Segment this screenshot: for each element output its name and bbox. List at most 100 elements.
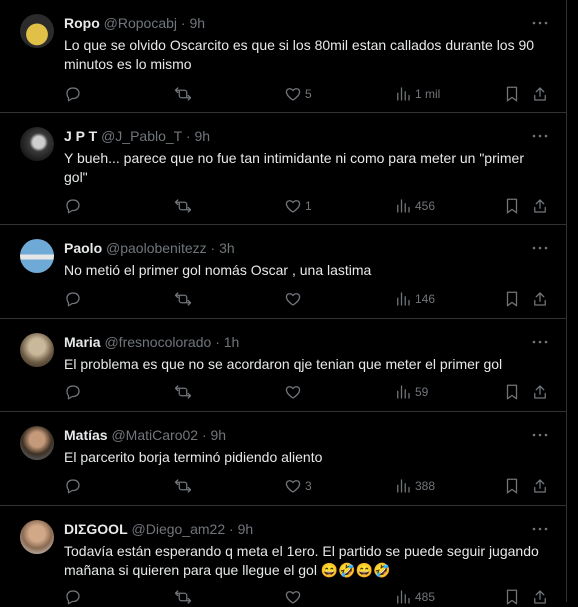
reply-button[interactable]: [64, 587, 85, 607]
tweet-actions: 146: [0, 289, 566, 309]
tweet-actions: 1 456: [0, 196, 566, 216]
share-button[interactable]: [531, 382, 549, 402]
tweet[interactable]: Paolo @paolobenitezz · 3h No metió el pr…: [0, 225, 566, 319]
share-button[interactable]: [531, 587, 549, 607]
retweet-icon: [174, 479, 192, 493]
more-icon[interactable]: [530, 127, 550, 145]
timestamp[interactable]: 1h: [224, 334, 240, 350]
share-button[interactable]: [531, 289, 549, 309]
views-icon: [397, 292, 410, 306]
author-name[interactable]: DIΣGOOL: [64, 521, 128, 537]
author-name[interactable]: J P T: [64, 128, 97, 144]
author-handle[interactable]: @MatiCaro02: [111, 427, 198, 443]
like-button[interactable]: 1: [284, 196, 312, 216]
reply-icon: [66, 199, 80, 214]
reply-button[interactable]: [64, 84, 85, 104]
bookmark-button[interactable]: [503, 196, 521, 216]
author-handle[interactable]: @Diego_am22: [132, 521, 226, 537]
bookmark-icon: [506, 478, 518, 494]
bookmark-icon: [506, 589, 518, 605]
author-handle[interactable]: @fresnocolorado: [104, 334, 211, 350]
author-name[interactable]: Matías: [64, 427, 108, 443]
reply-button[interactable]: [64, 289, 85, 309]
author-handle[interactable]: @J_Pablo_T: [101, 128, 182, 144]
tweet-header: Ropo @Ropocabj · 9h: [64, 15, 205, 32]
more-icon[interactable]: [530, 14, 550, 32]
reply-button[interactable]: [64, 476, 85, 496]
tweet-text: Lo que se olvido Oscarcito es que si los…: [64, 37, 535, 72]
more-icon[interactable]: [530, 426, 550, 444]
bookmark-button[interactable]: [503, 587, 521, 607]
timestamp[interactable]: 3h: [219, 240, 235, 256]
timestamp[interactable]: 9h: [194, 128, 210, 144]
like-icon: [285, 591, 301, 604]
views-button[interactable]: 146: [394, 289, 435, 309]
separator-dot: ·: [229, 521, 234, 537]
tweet-header: J P T @J_Pablo_T · 9h: [64, 128, 210, 145]
share-icon: [534, 590, 546, 604]
tweet[interactable]: Maria @fresnocolorado · 1h El problema e…: [0, 319, 566, 412]
views-button[interactable]: 456: [394, 196, 435, 216]
avatar[interactable]: [20, 127, 54, 161]
timestamp[interactable]: 9h: [211, 427, 227, 443]
view-count: 388: [415, 479, 436, 493]
tweet[interactable]: Matías @MatiCaro02 · 9h El parcerito bor…: [0, 412, 566, 506]
retweet-button[interactable]: [174, 587, 195, 607]
reply-button[interactable]: [64, 382, 85, 402]
avatar[interactable]: [20, 520, 54, 554]
retweet-icon: [174, 292, 192, 306]
reply-button[interactable]: [64, 196, 85, 216]
like-button[interactable]: [284, 382, 305, 402]
like-button[interactable]: [284, 289, 305, 309]
like-button[interactable]: 5: [284, 84, 312, 104]
author-name[interactable]: Paolo: [64, 240, 102, 256]
share-button[interactable]: [531, 196, 549, 216]
reply-icon: [66, 292, 80, 307]
share-button[interactable]: [531, 84, 549, 104]
retweet-button[interactable]: [174, 289, 195, 309]
tweet-text: Todavía están esperando q meta el 1ero. …: [64, 543, 539, 578]
bookmark-button[interactable]: [503, 84, 521, 104]
views-button[interactable]: 1 mil: [394, 84, 440, 104]
author-name[interactable]: Maria: [64, 334, 101, 350]
retweet-button[interactable]: [174, 196, 195, 216]
avatar[interactable]: [20, 14, 54, 48]
more-icon[interactable]: [530, 520, 550, 538]
like-button[interactable]: 3: [284, 476, 312, 496]
more-icon[interactable]: [530, 239, 550, 257]
timestamp[interactable]: 9h: [189, 15, 205, 31]
reply-icon: [66, 87, 80, 102]
bookmark-icon: [506, 384, 518, 400]
views-button[interactable]: 388: [394, 476, 435, 496]
author-name[interactable]: Ropo: [64, 15, 100, 31]
separator-dot: ·: [215, 334, 220, 350]
author-handle[interactable]: @Ropocabj: [104, 15, 177, 31]
retweet-icon: [174, 87, 192, 101]
author-handle[interactable]: @paolobenitezz: [106, 240, 207, 256]
share-button[interactable]: [531, 476, 549, 496]
views-button[interactable]: 485: [394, 587, 435, 607]
bookmark-button[interactable]: [503, 382, 521, 402]
retweet-button[interactable]: [174, 84, 195, 104]
tweet[interactable]: DIΣGOOL @Diego_am22 · 9h Todavía están e…: [0, 506, 566, 605]
tweet-actions: 3 388: [0, 476, 566, 496]
retweet-button[interactable]: [174, 476, 195, 496]
like-button[interactable]: [284, 587, 305, 607]
avatar[interactable]: [20, 239, 54, 273]
reply-icon: [66, 479, 80, 494]
tweet[interactable]: Ropo @Ropocabj · 9h Lo que se olvido Osc…: [0, 0, 566, 113]
views-button[interactable]: 59: [394, 382, 428, 402]
share-icon: [534, 292, 546, 306]
like-count: 3: [305, 479, 312, 493]
bookmark-button[interactable]: [503, 289, 521, 309]
timestamp[interactable]: 9h: [238, 521, 254, 537]
avatar[interactable]: [20, 426, 54, 460]
like-icon: [285, 88, 301, 101]
bookmark-icon: [506, 291, 518, 307]
more-icon[interactable]: [530, 333, 550, 351]
bookmark-button[interactable]: [503, 476, 521, 496]
avatar[interactable]: [20, 333, 54, 367]
tweet[interactable]: J P T @J_Pablo_T · 9h Y bueh... parece q…: [0, 113, 566, 225]
like-icon: [285, 386, 301, 399]
retweet-button[interactable]: [174, 382, 195, 402]
